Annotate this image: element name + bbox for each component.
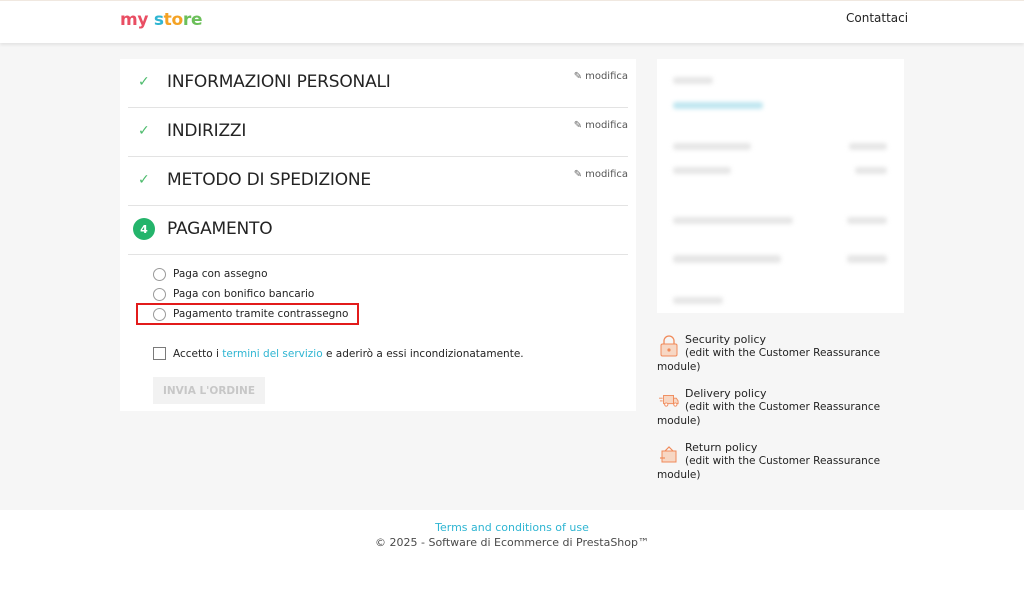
reassurance-desc: (edit with the Customer Reassurance modu… bbox=[657, 347, 881, 373]
step-title: Pagamento bbox=[167, 219, 273, 239]
edit-link[interactable]: ✎ modifica bbox=[574, 120, 628, 131]
terms-prefix: Accetto i bbox=[173, 347, 223, 360]
radio-button[interactable] bbox=[153, 287, 166, 301]
blurred-text bbox=[847, 255, 887, 263]
checkout-panel: ✓ Informazioni personali ✎ modifica ✓ Ind… bbox=[120, 59, 636, 411]
cart-summary-blurred bbox=[657, 59, 904, 313]
blurred-text bbox=[673, 297, 723, 304]
blurred-text bbox=[847, 217, 887, 224]
terms-suffix: e aderirò a essi incondizionatamente. bbox=[322, 347, 524, 360]
terms-link[interactable]: termini del servizio bbox=[222, 348, 322, 360]
blurred-text bbox=[673, 217, 793, 224]
step-title: Metodo di spedizione bbox=[167, 170, 371, 190]
logo-part: my bbox=[120, 10, 149, 30]
blurred-text bbox=[673, 77, 713, 84]
logo-part: to bbox=[163, 10, 184, 30]
edit-link[interactable]: ✎ modifica bbox=[574, 71, 628, 82]
step-title: Informazioni personali bbox=[167, 72, 391, 92]
logo-part: s bbox=[153, 10, 164, 30]
footer-terms-link[interactable]: Terms and conditions of use bbox=[0, 521, 1024, 534]
store-logo[interactable]: my store bbox=[120, 10, 203, 30]
terms-checkbox[interactable] bbox=[153, 347, 166, 360]
blurred-text bbox=[673, 255, 781, 263]
blurred-text bbox=[673, 167, 731, 174]
highlight-box bbox=[136, 303, 359, 325]
check-icon: ✓ bbox=[138, 74, 150, 90]
payment-option-bank-transfer[interactable]: Paga con bonifico bancario bbox=[153, 285, 314, 303]
radio-button[interactable] bbox=[153, 267, 166, 281]
step-title: Indirizzi bbox=[167, 121, 247, 141]
logo-part: re bbox=[182, 10, 203, 30]
check-icon: ✓ bbox=[138, 123, 150, 139]
step-shipping-method[interactable]: ✓ Metodo di spedizione ✎ modifica bbox=[128, 157, 628, 206]
reassurance-title: Delivery policy bbox=[685, 387, 767, 400]
payment-option-label: Paga con bonifico bancario bbox=[173, 288, 315, 300]
pencil-icon: ✎ bbox=[573, 71, 583, 82]
pencil-icon: ✎ bbox=[573, 120, 583, 131]
reassurance-title: Security policy bbox=[685, 333, 767, 346]
step-personal-info[interactable]: ✓ Informazioni personali ✎ modifica bbox=[128, 59, 628, 108]
reassurance-desc: (edit with the Customer Reassurance modu… bbox=[657, 401, 881, 427]
place-order-button[interactable]: Invia l'ordine bbox=[153, 377, 265, 404]
check-icon: ✓ bbox=[138, 172, 150, 188]
edit-label: modifica bbox=[585, 169, 628, 180]
reassurance-desc: (edit with the Customer Reassurance modu… bbox=[657, 455, 881, 481]
blurred-text bbox=[673, 143, 751, 150]
edit-link[interactable]: ✎ modifica bbox=[574, 169, 628, 180]
contact-link[interactable]: Contattaci bbox=[846, 11, 908, 25]
payment-option-label: Paga con assegno bbox=[173, 268, 268, 280]
step-payment: 4 Pagamento bbox=[128, 206, 628, 255]
step-addresses[interactable]: ✓ Indirizzi ✎ modifica bbox=[128, 108, 628, 157]
reassurance-return: Return policy (edit with the Customer Re… bbox=[657, 441, 907, 485]
step-number-badge: 4 bbox=[133, 218, 155, 240]
footer-copyright: © 2025 - Software di Ecommerce di Presta… bbox=[375, 536, 649, 549]
blurred-link bbox=[673, 102, 763, 109]
edit-label: modifica bbox=[585, 71, 628, 82]
payment-option-check[interactable]: Paga con assegno bbox=[153, 265, 268, 283]
reassurance-security: Security policy (edit with the Customer … bbox=[657, 333, 907, 377]
reassurance-title: Return policy bbox=[685, 441, 758, 454]
blurred-text bbox=[855, 167, 887, 174]
pencil-icon: ✎ bbox=[573, 169, 583, 180]
blurred-text bbox=[849, 143, 887, 150]
header: my store Contattaci bbox=[0, 0, 1024, 43]
reassurance-delivery: Delivery policy (edit with the Customer … bbox=[657, 387, 907, 431]
edit-label: modifica bbox=[585, 120, 628, 131]
terms-row: Accetto i termini del servizio e aderirò… bbox=[153, 347, 524, 360]
